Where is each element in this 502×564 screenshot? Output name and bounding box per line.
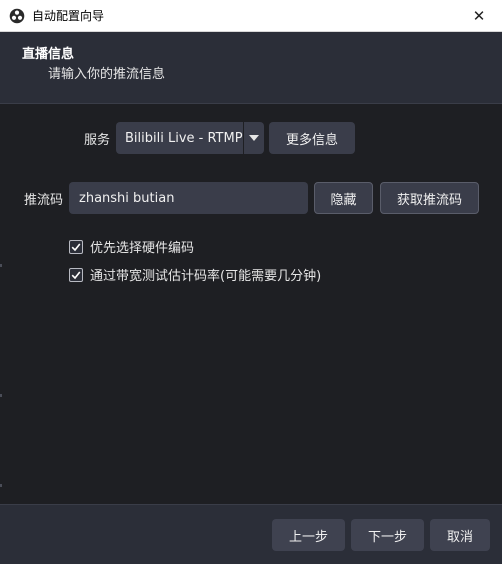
- close-button[interactable]: ✕: [456, 0, 502, 32]
- wizard-content: 服务 Bilibili Live - RTMP 更多信息 推流码 zhanshi…: [0, 104, 502, 504]
- wizard-header: 直播信息 请输入你的推流信息: [0, 32, 502, 104]
- chevron-down-icon[interactable]: [243, 122, 264, 154]
- service-dropdown[interactable]: Bilibili Live - RTMP: [116, 122, 264, 154]
- next-button[interactable]: 下一步: [351, 519, 424, 551]
- hide-key-button[interactable]: 隐藏: [314, 182, 373, 214]
- get-stream-key-button[interactable]: 获取推流码: [380, 182, 479, 214]
- stream-key-input[interactable]: zhanshi butian: [69, 182, 308, 214]
- bandwidth-test-option[interactable]: 通过带宽测试估计码率(可能需要几分钟): [69, 265, 321, 284]
- more-info-button[interactable]: 更多信息: [269, 122, 355, 154]
- cancel-button[interactable]: 取消: [430, 519, 490, 551]
- bandwidth-test-checkbox[interactable]: [69, 267, 83, 282]
- obs-logo-icon: [9, 8, 25, 24]
- edge-marker: [0, 394, 2, 397]
- page-subtitle: 请输入你的推流信息: [48, 67, 166, 82]
- page-title: 直播信息: [22, 47, 75, 62]
- service-dropdown-value: Bilibili Live - RTMP: [125, 130, 243, 146]
- edge-marker: [0, 484, 2, 487]
- edge-marker: [0, 264, 2, 267]
- stream-key-label: 推流码: [24, 193, 64, 208]
- hardware-encoding-label: 优先选择硬件编码: [90, 241, 195, 256]
- bandwidth-test-label: 通过带宽测试估计码率(可能需要几分钟): [90, 269, 322, 284]
- hardware-encoding-checkbox[interactable]: [69, 239, 83, 254]
- window-title: 自动配置向导: [32, 9, 105, 23]
- hardware-encoding-option[interactable]: 优先选择硬件编码: [69, 237, 194, 256]
- title-bar: 自动配置向导 ✕: [0, 0, 502, 32]
- previous-button[interactable]: 上一步: [272, 519, 345, 551]
- wizard-footer: 上一步 下一步 取消: [0, 504, 502, 564]
- service-label: 服务: [84, 133, 111, 148]
